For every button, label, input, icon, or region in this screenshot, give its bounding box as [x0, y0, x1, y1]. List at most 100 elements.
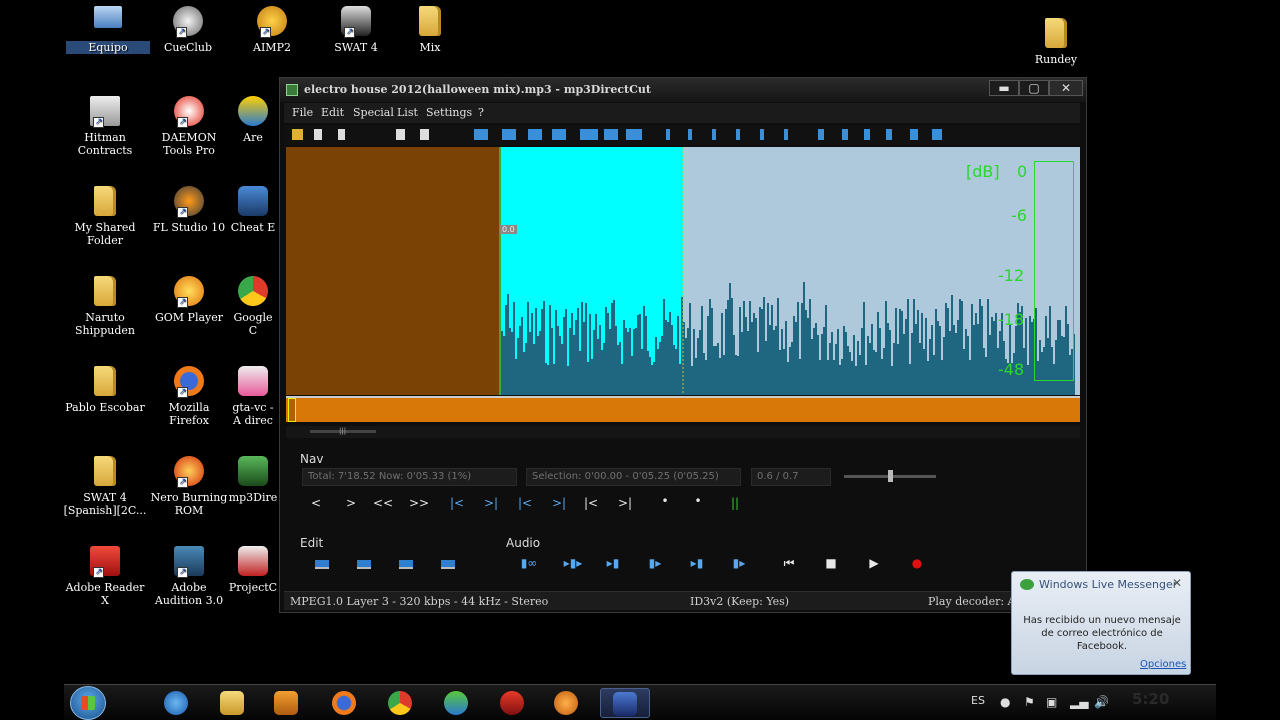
tray-icon[interactable]: ● — [1000, 695, 1010, 709]
overview-bar[interactable] — [286, 396, 1080, 422]
taskbar-app[interactable] — [492, 688, 532, 718]
nav-prev-button[interactable]: < — [303, 492, 329, 514]
menu-special[interactable]: Special — [353, 106, 394, 119]
toolbar-icon[interactable] — [502, 129, 516, 140]
toolbar-icon[interactable] — [910, 129, 918, 140]
menu-file[interactable]: File — [292, 106, 313, 119]
toolbar-icon[interactable] — [864, 129, 870, 140]
toolbar-icon[interactable] — [626, 129, 642, 140]
taskbar-app[interactable] — [380, 688, 420, 718]
toolbar-icon[interactable] — [474, 129, 488, 140]
desktop-icon-swat4-spanish[interactable]: SWAT 4 [Spanish][2C... — [63, 456, 147, 517]
nav-fast-back-button[interactable]: << — [370, 492, 396, 514]
desktop-icon-mix[interactable]: Mix — [388, 6, 472, 54]
taskbar-app[interactable] — [266, 688, 306, 718]
menu-help[interactable]: ? — [478, 106, 484, 119]
audio-play-sel-button[interactable]: ▸▮▸ — [556, 552, 590, 574]
copy-icon[interactable] — [396, 129, 405, 140]
taskbar-app[interactable] — [324, 688, 364, 718]
audio-play-from-button[interactable]: ▮▸ — [642, 552, 668, 574]
desktop-icon-cueclub[interactable]: ↗ CueClub — [146, 6, 230, 54]
toolbar-icon[interactable] — [528, 129, 542, 140]
toolbar-icon[interactable] — [552, 129, 566, 140]
notification-close-button[interactable]: ✕ — [1172, 576, 1182, 590]
language-indicator[interactable]: ES — [971, 694, 985, 707]
clock[interactable]: 5:20 — [1132, 690, 1169, 708]
nav-sel-start-button[interactable]: |< — [444, 492, 470, 514]
desktop-icon-nero[interactable]: ↗ Nero Burning ROM — [147, 456, 231, 517]
nav-goto-end-button[interactable]: >| — [546, 492, 572, 514]
open-icon[interactable] — [292, 129, 303, 140]
desktop-icon-google-chrome[interactable]: Google C — [228, 276, 278, 337]
toolbar-icon[interactable] — [818, 129, 824, 140]
desktop-icon-my-shared-folder[interactable]: My Shared Folder — [63, 186, 147, 247]
waveform-view[interactable]: 0.0 [dB] 0 -6 -12 -18 -48 — [286, 147, 1080, 395]
minimize-button[interactable]: ▬ — [989, 80, 1019, 96]
audio-play-button[interactable]: ▶ — [861, 552, 887, 574]
desktop-icon-rundey[interactable]: Rundey — [1014, 18, 1098, 66]
menu-edit[interactable]: Edit — [321, 106, 344, 119]
toolbar-icon[interactable] — [736, 129, 740, 140]
taskbar-app[interactable] — [212, 688, 252, 718]
desktop-icon-fl-studio[interactable]: ↗ FL Studio 10 — [147, 186, 231, 234]
audio-previous-button[interactable]: ⏮ — [776, 552, 802, 574]
toolbar-icon[interactable] — [784, 129, 788, 140]
desktop-icon-daemon-tools[interactable]: ↗ DAEMON Tools Pro — [147, 96, 231, 157]
edit-paste-icon[interactable] — [352, 552, 378, 576]
overview-cursor[interactable] — [288, 398, 296, 422]
close-button[interactable]: ✕ — [1049, 80, 1083, 96]
toolbar-icon[interactable] — [338, 129, 345, 140]
desktop-icon-adobe-audition[interactable]: ↗ Adobe Audition 3.0 — [147, 546, 231, 607]
nav-begin-button[interactable]: |< — [578, 492, 604, 514]
desktop-icon-equipo[interactable]: Equipo — [66, 6, 150, 54]
desktop-icon-firefox[interactable]: ↗ Mozilla Firefox — [147, 366, 231, 427]
desktop-icon-swat4[interactable]: ↗ SWAT 4 — [314, 6, 398, 54]
toolbar-icon[interactable] — [314, 129, 322, 140]
flag-icon[interactable]: ⚑ — [1024, 695, 1035, 709]
menu-list[interactable]: List — [397, 106, 418, 119]
toolbar-icon[interactable] — [666, 129, 670, 140]
desktop-icon-are[interactable]: Are — [228, 96, 278, 144]
desktop-icon-gom-player[interactable]: ↗ GOM Player — [147, 276, 231, 324]
taskbar-app[interactable] — [156, 688, 196, 718]
toolbar-icon[interactable] — [604, 129, 618, 140]
edit-cut-icon[interactable] — [310, 552, 336, 576]
toolbar-icon[interactable] — [688, 129, 692, 140]
audio-record-button[interactable]: ● — [904, 552, 930, 574]
desktop-icon-adobe-reader[interactable]: ↗ Adobe Reader X — [63, 546, 147, 607]
edit-fade-in-icon[interactable] — [394, 552, 420, 576]
desktop-icon-projectc[interactable]: ProjectC — [228, 546, 278, 594]
volume-icon[interactable]: 🔊 — [1094, 695, 1109, 709]
toolbar-icon[interactable] — [712, 129, 716, 140]
toolbar-icon[interactable] — [842, 129, 848, 140]
nav-level-button[interactable]: || — [722, 492, 748, 514]
volume-slider[interactable] — [844, 470, 936, 482]
desktop-icon-cheat-engine[interactable]: Cheat E — [228, 186, 278, 234]
toolbar-icon[interactable] — [580, 129, 598, 140]
audio-stop-button[interactable]: ■ — [818, 552, 844, 574]
taskbar-app-active[interactable] — [600, 688, 650, 718]
audio-loop-button[interactable]: ▮∞ — [512, 552, 546, 574]
desktop-icon-aimp2[interactable]: ↗ AIMP2 — [230, 6, 314, 54]
toolbar-icon[interactable] — [760, 129, 764, 140]
desktop-icon-hitman[interactable]: ↗ Hitman Contracts — [63, 96, 147, 157]
taskbar-app[interactable] — [546, 688, 586, 718]
desktop-icon-pablo-escobar[interactable]: Pablo Escobar — [63, 366, 147, 414]
menu-settings[interactable]: Settings — [426, 106, 472, 119]
volume-slider-knob[interactable] — [888, 470, 893, 482]
toolbar-icon[interactable] — [932, 129, 942, 140]
horizontal-scrollbar[interactable]: ||| — [286, 426, 1080, 438]
taskbar-app[interactable] — [436, 688, 476, 718]
nav-fast-forward-button[interactable]: >> — [406, 492, 432, 514]
desktop-icon-naruto[interactable]: Naruto Shippuden — [63, 276, 147, 337]
edit-fade-out-icon[interactable] — [436, 552, 462, 576]
paste-icon[interactable] — [420, 129, 429, 140]
messenger-notification[interactable]: Windows Live Messenger ✕ Has recibido un… — [1011, 571, 1191, 675]
title-bar[interactable]: electro house 2012(halloween mix).mp3 - … — [280, 78, 1086, 102]
audio-play-end-button[interactable]: ▸▮ — [684, 552, 710, 574]
desktop-icon-mp3directcut[interactable]: mp3Dire — [228, 456, 278, 504]
toolbar-icon[interactable] — [886, 129, 892, 140]
nav-end-button[interactable]: >| — [612, 492, 638, 514]
start-button[interactable] — [70, 686, 106, 720]
maximize-button[interactable]: ▢ — [1019, 80, 1049, 96]
